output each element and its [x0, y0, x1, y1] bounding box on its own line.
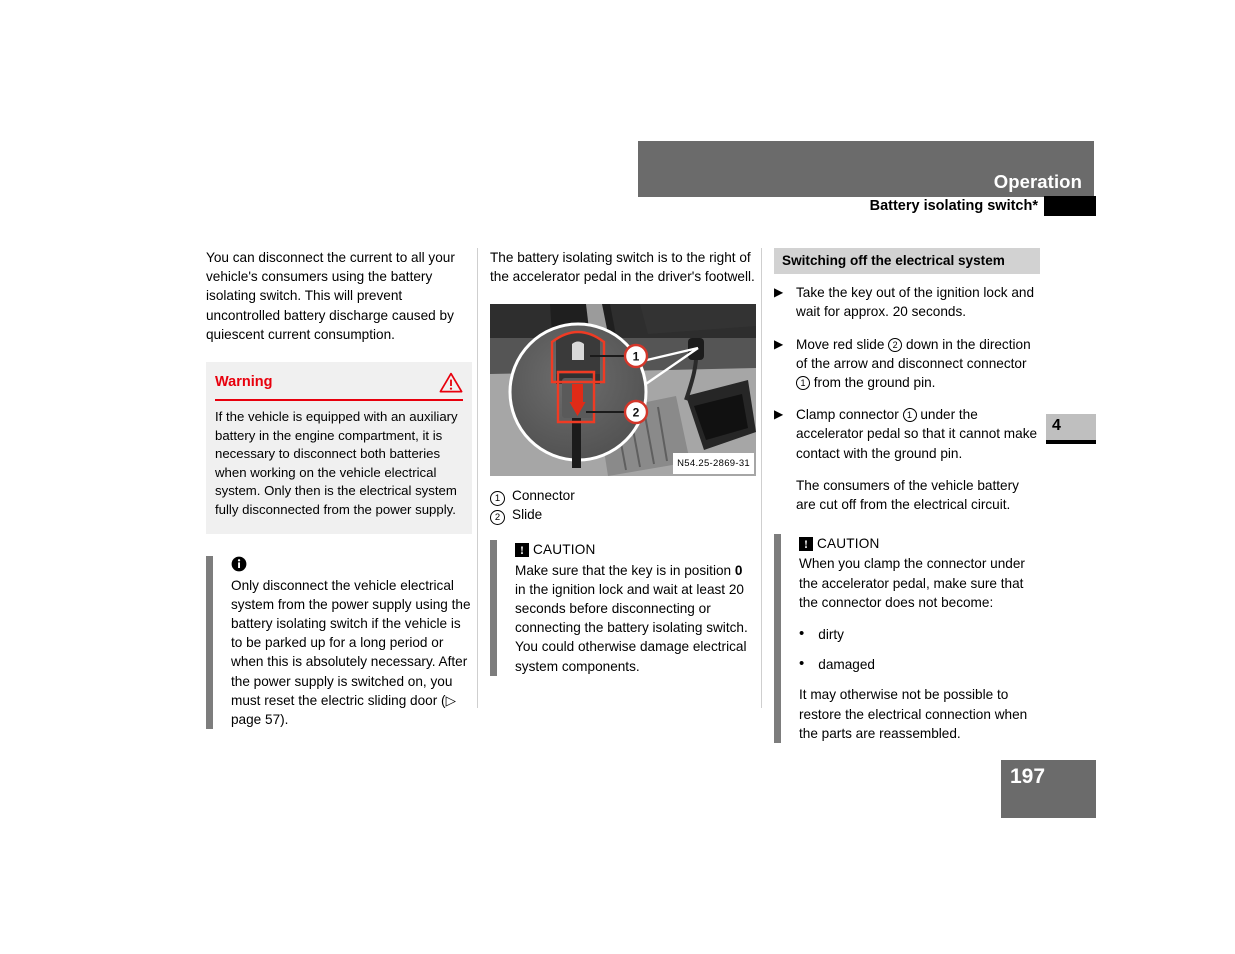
bullet-item: • damaged: [799, 655, 1040, 674]
svg-text:2: 2: [633, 406, 640, 420]
figure-code: N54.25-2869-31: [673, 453, 754, 475]
bullet-dot-icon: •: [799, 625, 805, 643]
caution-body-middle: Make sure that the key is in position 0 …: [515, 561, 756, 676]
callout-ref-1: 1: [902, 408, 917, 423]
caution-intro: When you clamp the connector under the a…: [799, 556, 1025, 610]
column-divider-left: [477, 248, 478, 708]
page-header-title: Operation: [993, 171, 1082, 192]
warning-body: If the vehicle is equipped with an auxil…: [215, 409, 458, 517]
caution-icon: !: [515, 543, 529, 557]
step-item: ▶ Take the key out of the ignition lock …: [774, 283, 1040, 321]
caution-box-right: ! CAUTION When you clamp the connector u…: [774, 534, 1040, 743]
warning-rule: [215, 399, 463, 402]
warning-triangle-icon: [439, 372, 463, 393]
legend-item: 2 Slide: [490, 505, 756, 526]
callout-ref-1: 1: [796, 376, 810, 391]
column-right: Switching off the electrical system ▶ Ta…: [774, 248, 1040, 749]
page-header-subtitle: Battery isolating switch*: [869, 198, 1038, 214]
step-text-segment: Take the key out of the ignition lock an…: [796, 285, 1035, 320]
step-arrow-icon: ▶: [774, 336, 784, 351]
caution-text-a: Make sure that the key is in position: [515, 562, 735, 578]
warning-header: Warning: [215, 372, 463, 399]
page-number-block: 197: [1001, 760, 1096, 818]
bullet-dot-icon: •: [799, 655, 805, 673]
caution-label: CAUTION: [533, 542, 596, 558]
bullet-label: dirty: [818, 627, 844, 643]
caution-text-b: in the ignition lock and wait at least 2…: [515, 581, 748, 674]
step-list: ▶ Take the key out of the ignition lock …: [774, 283, 1040, 463]
legend-number: 2: [490, 510, 505, 526]
step-text-segment: from the ground pin.: [810, 375, 936, 391]
page-number: 197: [1010, 765, 1046, 788]
step-item: ▶ Move red slide 2 down in the direction…: [774, 335, 1040, 393]
warning-title: Warning: [215, 373, 273, 390]
legend-label: Connector: [512, 488, 575, 504]
note-body: Only disconnect the vehicle electrical s…: [231, 577, 471, 727]
battery-isolating-switch-photo: 1 2 N54.25-2869-31: [490, 304, 756, 477]
bullet-item: • dirty: [799, 625, 1040, 644]
info-icon: [231, 556, 472, 576]
legend-item: 1 Connector: [490, 486, 756, 507]
bullet-label: damaged: [818, 657, 875, 673]
step-arrow-icon: ▶: [774, 407, 784, 422]
caution-header: ! CAUTION: [799, 534, 1040, 553]
caution-bullet-list: • dirty • damaged: [799, 625, 1040, 674]
section-heading: Switching off the electrical system: [774, 248, 1040, 275]
callout-ref-2: 2: [888, 337, 903, 352]
header-tab-marker: [1044, 196, 1096, 216]
middle-intro-paragraph: The battery isolating switch is to the r…: [490, 250, 755, 285]
step-arrow-icon: ▶: [774, 285, 784, 300]
legend-label: Slide: [512, 507, 543, 523]
header-band: Operation: [638, 141, 1094, 197]
step-text: Take the key out of the ignition lock an…: [796, 283, 1040, 321]
column-left: You can disconnect the current to all yo…: [206, 248, 472, 735]
step-result-text: The consumers of the vehicle battery are…: [796, 477, 1019, 513]
caution-box-middle: ! CAUTION Make sure that the key is in p…: [490, 540, 756, 677]
svg-text:1: 1: [633, 350, 640, 364]
column-divider-right: [761, 248, 762, 708]
note-box: Only disconnect the vehicle electrical s…: [206, 555, 472, 730]
legend-number: 1: [490, 491, 505, 507]
caution-icon: !: [799, 536, 813, 551]
caution-key-position: 0: [734, 562, 743, 578]
warning-box: Warning If the vehicle is equipped with …: [206, 362, 472, 534]
figure-legend: 1 Connector 2 Slide: [490, 486, 756, 526]
column-middle: The battery isolating switch is to the r…: [490, 248, 756, 682]
caution-closing: It may otherwise not be possible to rest…: [799, 687, 1028, 741]
step-text: Clamp connector 1 under the accelerator …: [796, 405, 1040, 463]
step-item: ▶ Clamp connector 1 under the accelerato…: [774, 405, 1040, 463]
caution-label: CAUTION: [817, 536, 880, 552]
caution-header: ! CAUTION: [515, 540, 756, 559]
chapter-tab-rule: [1046, 440, 1096, 444]
step-text-segment: Move red slide: [796, 336, 889, 352]
step-text: Move red slide 2 down in the direction o…: [796, 335, 1040, 393]
chapter-tab: 4: [1046, 414, 1096, 440]
intro-paragraph: You can disconnect the current to all yo…: [206, 250, 455, 342]
chapter-number: 4: [1052, 417, 1061, 434]
step-text-segment: Clamp connector: [796, 407, 903, 423]
